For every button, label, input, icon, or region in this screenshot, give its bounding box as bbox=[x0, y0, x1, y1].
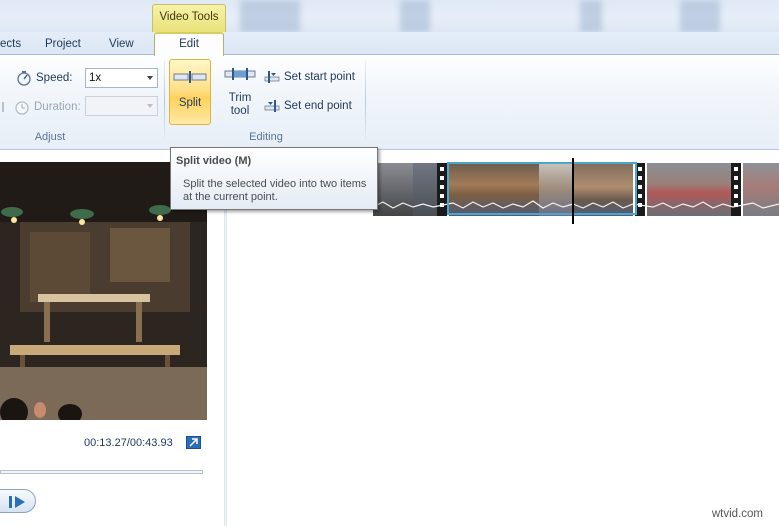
video-tools-context-label: Video Tools bbox=[152, 4, 226, 32]
tooltip-body: Split the selected video into two items … bbox=[183, 178, 367, 203]
speed-dropdown[interactable]: 1x bbox=[85, 68, 158, 88]
tab-effects[interactable]: ects bbox=[0, 36, 21, 55]
clock-icon bbox=[15, 101, 29, 115]
expand-icon[interactable] bbox=[186, 436, 201, 449]
tab-project[interactable]: Project bbox=[45, 36, 81, 55]
title-bar bbox=[0, 0, 779, 32]
selected-clip-outline bbox=[447, 162, 637, 215]
split-tooltip: Split video (M) Split the selected video… bbox=[170, 147, 378, 210]
trim-tool-button[interactable]: Trim tool bbox=[222, 67, 258, 127]
adjust-group-label: Adjust bbox=[34, 131, 66, 143]
ribbon: Speed: 1x Duration: Adjust Split Trim to… bbox=[0, 55, 779, 150]
speed-label-row: Speed: bbox=[0, 70, 80, 86]
trim-label-2: tool bbox=[230, 105, 250, 117]
set-end-label: Set end point bbox=[284, 100, 352, 112]
set-start-point-button[interactable]: Set start point bbox=[264, 70, 355, 84]
background-blur bbox=[680, 0, 720, 32]
tab-edit[interactable]: Edit bbox=[154, 32, 224, 56]
editing-group-label: Editing bbox=[249, 131, 283, 143]
play-icon bbox=[9, 496, 25, 508]
background-blur bbox=[240, 0, 300, 32]
tooltip-title: Split video (M) bbox=[176, 155, 252, 167]
duration-dropdown[interactable] bbox=[85, 96, 158, 116]
set-start-icon bbox=[264, 71, 280, 83]
split-button[interactable]: Split bbox=[169, 59, 211, 125]
duration-label-row: Duration: bbox=[0, 99, 84, 115]
tab-view[interactable]: View bbox=[109, 36, 134, 55]
set-end-icon bbox=[264, 100, 280, 112]
background-blur bbox=[580, 0, 602, 32]
split-label: Split bbox=[178, 97, 202, 109]
split-icon bbox=[173, 71, 207, 83]
set-start-label: Set start point bbox=[284, 71, 355, 83]
watermark: wtvid.com bbox=[711, 508, 763, 520]
speed-label: Speed: bbox=[36, 72, 73, 84]
speed-value: 1x bbox=[89, 72, 102, 84]
trim-icon bbox=[224, 68, 256, 80]
speedometer-icon bbox=[17, 71, 31, 86]
partial-icon bbox=[0, 102, 4, 112]
playback-time: 00:13.27/00:43.93 bbox=[84, 437, 173, 449]
expand-arrow-icon bbox=[189, 438, 198, 447]
play-button[interactable] bbox=[0, 489, 36, 513]
duration-label: Duration: bbox=[34, 101, 81, 113]
trim-label-1: Trim bbox=[228, 92, 252, 104]
playhead[interactable] bbox=[572, 158, 574, 224]
seek-bar[interactable] bbox=[0, 470, 203, 474]
group-separator bbox=[365, 61, 366, 143]
group-separator bbox=[164, 61, 165, 143]
ribbon-tab-strip: ects Project View bbox=[0, 32, 779, 55]
chevron-down-icon bbox=[147, 76, 153, 80]
chevron-down-icon bbox=[147, 104, 153, 108]
set-end-point-button[interactable]: Set end point bbox=[264, 99, 352, 113]
background-blur bbox=[400, 0, 430, 32]
